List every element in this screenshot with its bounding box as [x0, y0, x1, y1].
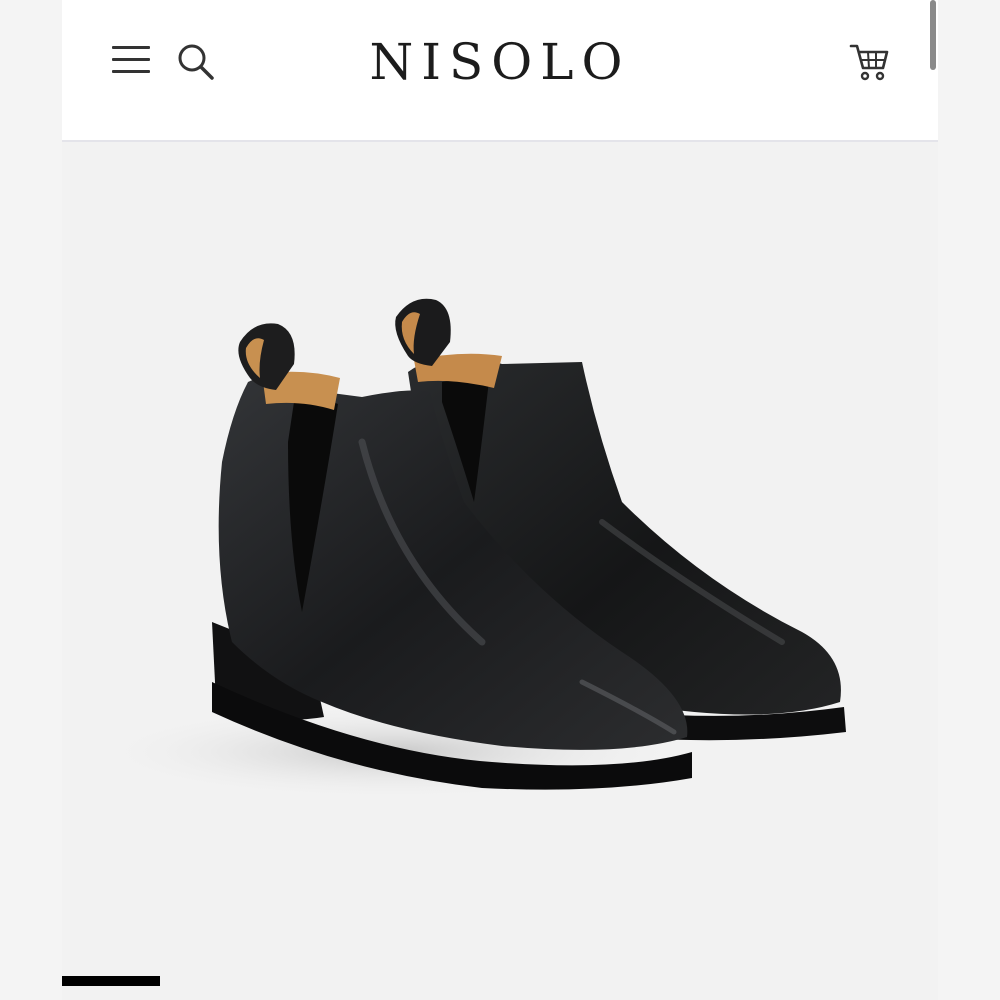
cart-button[interactable]: [848, 40, 892, 84]
viewport-margin-right: [938, 0, 1000, 1000]
product-image[interactable]: [62, 142, 938, 972]
viewport-margin-left: [0, 0, 62, 1000]
scrollbar-thumb[interactable]: [930, 0, 936, 70]
carousel-active-indicator[interactable]: [62, 976, 160, 986]
site-header: NISOLO: [62, 0, 938, 142]
cart-icon: [849, 44, 889, 81]
brand-logo[interactable]: NISOLO: [62, 30, 938, 94]
carousel-track[interactable]: [160, 976, 938, 986]
chelsea-boots-image: [92, 298, 846, 800]
product-page: NISOLO: [62, 0, 938, 1000]
